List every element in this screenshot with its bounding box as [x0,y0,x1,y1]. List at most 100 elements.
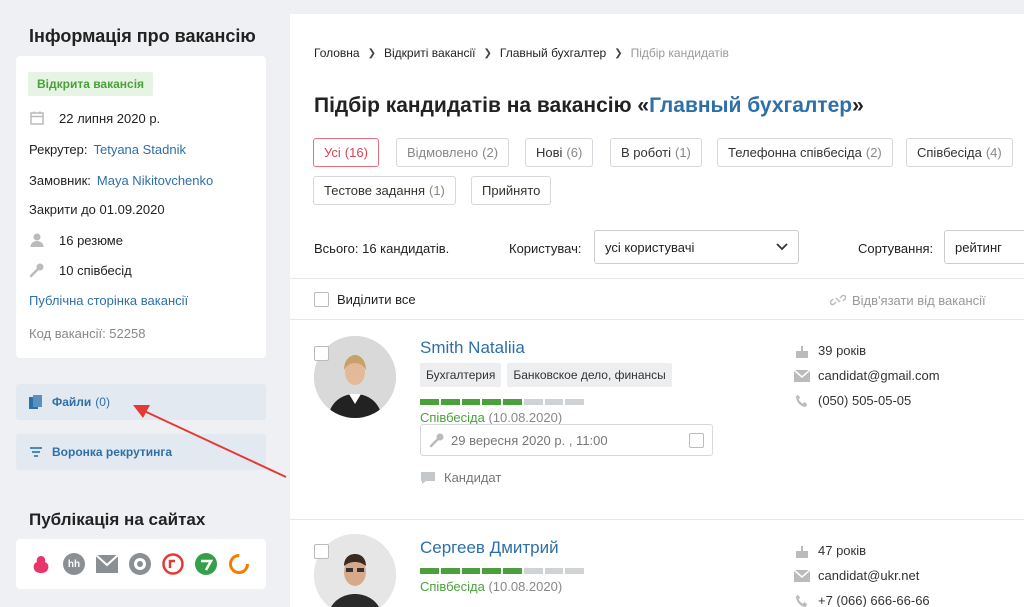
customer-row: Замовник: Maya Nikitovchenko [29,173,213,188]
unlink-from-vacancy-button[interactable]: Відв'язати від вакансії [830,292,986,308]
files-button[interactable]: Файли (0) [16,384,266,420]
tab-interview[interactable]: Співбесіда (4) [906,138,1013,167]
sidebar-title: Інформація про вакансію [29,26,256,46]
candidate-phone[interactable]: +7 (066) 666-66-66 [818,593,930,607]
public-page-link[interactable]: Публічна сторінка вакансії [29,293,188,308]
user-filter-label: Користувач: [509,241,582,256]
candidate-row: Smith Nataliia Бухгалтерия Банковское де… [290,320,1024,520]
ring-site-icon[interactable] [228,553,250,575]
unlink-icon [830,294,846,306]
tab-phone-interview[interactable]: Телефонна співбесіда (2) [717,138,893,167]
email-row: candidat@ukr.net [794,563,930,588]
target-site-icon[interactable] [129,553,151,575]
chevron-down-icon [776,243,788,251]
status-badge: Відкрита вакансія [28,72,154,96]
progress-segment [482,568,501,574]
tab-rejected[interactable]: Відмовлено (2) [396,138,510,167]
candidate-checkbox[interactable] [314,346,329,361]
stage-date: (10.08.2020) [488,579,563,594]
candidate-age: 47 років [818,543,867,558]
microphone-icon [29,263,44,278]
sort-label: Сортування: [858,241,934,256]
sort-select[interactable]: рейтинг [944,230,1024,264]
vacancy-date: 22 липня 2020 р. [59,110,161,126]
candidate-email[interactable]: candidat@ukr.net [818,568,919,583]
vacancy-info-card: Відкрита вакансія 22 липня 2020 р. Рекру… [16,56,266,358]
tab-count: (1) [429,183,445,198]
candidate-name-link[interactable]: Smith Nataliia [420,338,525,358]
grc-site-icon[interactable] [162,553,184,575]
candidate-name-link[interactable]: Сергеев Дмитрий [420,538,559,558]
candidate-tag: Банковское дело, финансы [507,363,672,387]
vacancy-code: Код вакансії: 52258 [29,326,146,341]
tab-count: (2) [482,145,499,160]
rabota-site-icon[interactable] [30,553,52,575]
tab-all[interactable]: Усі (16) [313,138,379,167]
tab-label: Тестове задання [324,183,425,198]
select-all-label: Виділити все [337,292,416,307]
tab-new[interactable]: Нові (6) [525,138,594,167]
page-title: Підбір кандидатів на вакансію «Главный б… [314,94,864,118]
stage-name: Співбесіда [420,579,485,594]
work-site-icon[interactable] [195,553,217,575]
customer-label: Замовник: [29,173,91,188]
page-title-prefix: Підбір кандидатів на вакансію « [314,94,650,117]
publication-sites: hh [16,539,266,589]
tab-count: (1) [674,145,691,160]
recruiting-funnel-button[interactable]: Воронка рекрутинга [16,434,266,470]
progress-segment [440,568,460,574]
candidate-note: Кандидат [420,470,501,485]
sidebar: Інформація про вакансію Відкрита вакансі… [0,0,290,607]
tab-label: Відмовлено [407,145,479,160]
tab-label: Нові [536,145,563,160]
select-all-checkbox[interactable] [314,292,329,307]
microphone-icon [429,433,444,448]
progress-segment [544,399,564,405]
candidate-phone[interactable]: (050) 505-05-05 [818,393,911,408]
progress-segment [420,568,439,574]
tab-accepted[interactable]: Прийнято [471,176,552,205]
select-all[interactable]: Виділити все [314,292,416,307]
interview-done-checkbox[interactable] [689,433,704,448]
stage-date: (10.08.2020) [488,410,563,425]
customer-link[interactable]: Maya Nikitovchenko [97,173,213,188]
breadcrumb-vacancy[interactable]: Главный бухгалтер [500,46,606,60]
tab-label: Усі [324,145,341,160]
user-icon [30,233,44,247]
tab-label: Співбесіда [917,145,982,160]
hh-site-icon[interactable]: hh [63,553,85,575]
breadcrumb-home[interactable]: Головна [314,46,360,60]
phone-row: (050) 505-05-05 [794,388,940,413]
candidate-checkbox[interactable] [314,544,329,559]
candidate-email[interactable]: candidat@gmail.com [818,368,940,383]
main-panel: Головна ❯ Відкриті вакансії ❯ Главный бу… [290,14,1024,607]
note-text: Кандидат [444,470,502,485]
page-title-vacancy-link[interactable]: Главный бухгалтер [649,94,852,117]
tab-count: (16) [344,145,368,160]
tab-count: (2) [865,145,882,160]
phone-icon [795,394,808,407]
mail-site-icon[interactable] [96,553,118,575]
recruiter-link[interactable]: Tetyana Stadnik [93,142,186,157]
resumes-count: 16 резюме [59,232,123,248]
progress-segment [565,568,584,574]
recruiter-row: Рекрутер: Tetyana Stadnik [29,142,186,157]
breadcrumb-open-vacancies[interactable]: Відкриті вакансії [384,46,476,60]
age-row: 39 років [794,338,940,363]
public-page-row: Публічна сторінка вакансії [29,293,188,308]
interviews-row: 10 співбесід [29,262,132,278]
vacancy-date-row: 22 липня 2020 р. [29,110,160,126]
breadcrumb: Головна ❯ Відкриті вакансії ❯ Главный бу… [314,46,729,60]
progress-segment [565,399,584,405]
stage-progress-bar [420,568,584,574]
tab-in-progress[interactable]: В роботі (1) [610,138,702,167]
calendar-icon [30,111,44,125]
candidate-stage: Співбесіда (10.08.2020) [420,579,562,594]
interview-event[interactable]: 29 вересня 2020 р. , 11:00 [420,424,713,456]
sort-value: рейтинг [955,239,1002,255]
candidate-contacts: 47 років candidat@ukr.net +7 (066) 666-6… [794,538,930,607]
progress-segment [544,568,564,574]
user-filter-select[interactable]: усі користувачі [594,230,799,264]
tab-test-task[interactable]: Тестове задання (1) [313,176,456,205]
candidate-age: 39 років [818,343,867,358]
